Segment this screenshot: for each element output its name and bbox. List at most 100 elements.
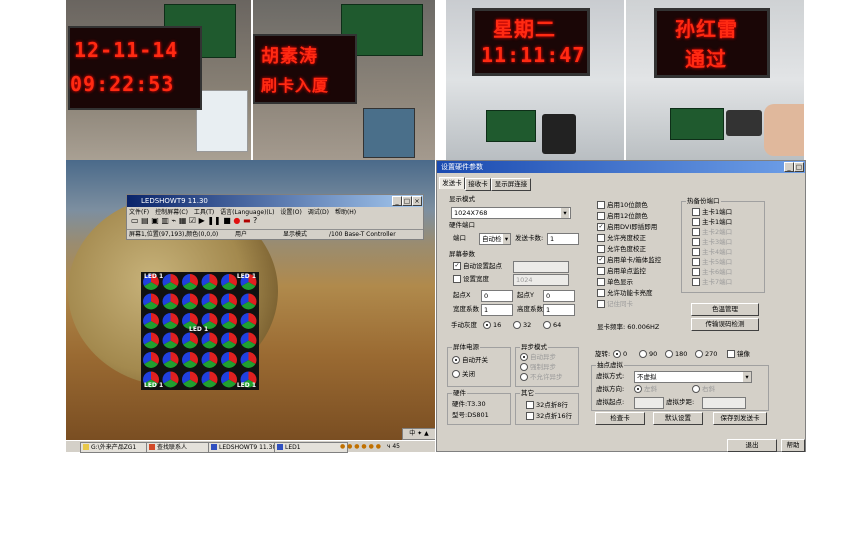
async-auto-radio[interactable]: 自动异步 xyxy=(520,353,556,362)
checkbox[interactable] xyxy=(597,300,605,308)
hot-backup-port-item[interactable]: 主卡1端口 xyxy=(692,208,732,217)
mirror-checkbox[interactable]: 镜像 xyxy=(727,350,750,359)
radio[interactable] xyxy=(543,321,551,329)
gray-32-radio[interactable]: 32 xyxy=(513,321,531,330)
radio[interactable] xyxy=(520,353,528,361)
radio[interactable] xyxy=(483,321,491,329)
save-icon[interactable]: ▣ xyxy=(151,216,159,225)
checkbox[interactable] xyxy=(597,212,605,220)
fold8-checkbox[interactable]: 32点折8行 xyxy=(526,401,568,410)
new-icon[interactable]: ▭ xyxy=(131,216,139,225)
feature-checkbox-item[interactable]: 允许色度校正 xyxy=(597,245,646,254)
menu-help[interactable]: 帮助(H) xyxy=(335,209,356,216)
checkbox[interactable] xyxy=(453,275,461,283)
checkbox[interactable] xyxy=(597,234,605,242)
checkbox[interactable] xyxy=(526,401,534,409)
radio[interactable] xyxy=(695,350,703,358)
power-auto-radio[interactable]: 自动开关 xyxy=(452,356,488,365)
hot-backup-port-item[interactable]: 主卡3端口 xyxy=(692,238,732,247)
check-card-button[interactable]: 检查卡 xyxy=(595,412,645,425)
virtual-start-field[interactable] xyxy=(634,397,664,409)
port-select[interactable]: 自动检 ▾ xyxy=(479,233,511,245)
rotation-90-radio[interactable]: 90 xyxy=(639,350,657,359)
close-button[interactable]: × xyxy=(412,196,422,206)
help-button[interactable]: 帮助 xyxy=(781,439,805,452)
async-force-radio[interactable]: 强制异步 xyxy=(520,363,556,372)
tab-send-card[interactable]: 发送卡 xyxy=(439,177,465,189)
checkbox[interactable]: ✓ xyxy=(597,256,605,264)
hot-backup-port-item[interactable]: 主卡7端口 xyxy=(692,278,732,287)
checkbox[interactable] xyxy=(597,278,605,286)
tab-receive-card[interactable]: 接收卡 xyxy=(465,178,491,191)
rotation-270-radio[interactable]: 270 xyxy=(695,350,717,359)
help-icon[interactable]: ? xyxy=(253,216,257,225)
monitor-icon[interactable]: ▬ xyxy=(243,216,251,225)
checkbox[interactable] xyxy=(692,258,700,266)
virtual-mode-select[interactable]: 不虚拟 ▾ xyxy=(634,371,752,383)
checkbox[interactable] xyxy=(692,238,700,246)
color-management-button[interactable]: 色温管理 xyxy=(691,303,759,316)
height-coef-field[interactable]: 1 xyxy=(543,304,575,316)
send-count-field[interactable]: 1 xyxy=(547,233,579,245)
virtual-dir-right-radio[interactable]: 右斜 xyxy=(692,385,715,394)
gray-64-radio[interactable]: 64 xyxy=(543,321,561,330)
async-none-radio[interactable]: 不允许异步 xyxy=(520,373,563,382)
checkbox[interactable] xyxy=(597,267,605,275)
virtual-dir-left-radio[interactable]: 左斜 xyxy=(634,385,657,394)
tab-screen-connection[interactable]: 显示屏连接 xyxy=(491,178,531,191)
radio[interactable] xyxy=(452,356,460,364)
width-coef-field[interactable]: 1 xyxy=(481,304,513,316)
hot-backup-port-item[interactable]: 主卡2端口 xyxy=(692,228,732,237)
hot-backup-port-item[interactable]: 主卡5端口 xyxy=(692,258,732,267)
checkbox[interactable] xyxy=(692,218,700,226)
radio[interactable] xyxy=(613,350,621,358)
feature-checkbox-item[interactable]: 启用10位颜色 xyxy=(597,201,648,210)
feature-checkbox-item[interactable]: ✓ 启用单卡/箱体监控 xyxy=(597,256,661,265)
fold16-checkbox[interactable]: 32点折16行 xyxy=(526,412,572,421)
start-y-field[interactable]: 0 xyxy=(543,290,575,302)
radio[interactable] xyxy=(452,370,460,378)
power-off-radio[interactable]: 关闭 xyxy=(452,370,475,379)
checkbox[interactable] xyxy=(526,412,534,420)
play-icon[interactable]: ▶ xyxy=(199,216,205,225)
stop-icon[interactable]: ■ xyxy=(223,216,231,225)
record-icon[interactable]: ● xyxy=(233,216,240,225)
tray-icon[interactable]: ● ● ● ● ● ● xyxy=(340,443,381,450)
checkbox[interactable] xyxy=(692,208,700,216)
display-mode-select[interactable]: 1024X768 ▾ xyxy=(451,207,571,219)
virtual-step-field[interactable] xyxy=(702,397,746,409)
tool-icon[interactable]: ▦ xyxy=(179,216,187,225)
hot-backup-port-item[interactable]: 主卡6端口 xyxy=(692,268,732,277)
feature-checkbox-item[interactable]: ✓ 启用DVI即插即用 xyxy=(597,223,657,232)
rotation-180-radio[interactable]: 180 xyxy=(665,350,687,359)
radio[interactable] xyxy=(665,350,673,358)
save-to-card-button[interactable]: 保存到发送卡 xyxy=(713,412,767,425)
hot-backup-port-item[interactable]: 主卡4端口 xyxy=(692,248,732,257)
exit-button[interactable]: 退出 xyxy=(727,439,777,452)
radio[interactable] xyxy=(520,363,528,371)
radio[interactable] xyxy=(513,321,521,329)
radio[interactable] xyxy=(634,385,642,393)
checkbox[interactable] xyxy=(692,268,700,276)
checkbox[interactable]: ✓ xyxy=(453,262,461,270)
radio[interactable] xyxy=(692,385,700,393)
checkbox[interactable] xyxy=(692,248,700,256)
hot-backup-port-item[interactable]: 主卡1端口 xyxy=(692,218,732,227)
set-width-checkbox[interactable]: 设置宽度 xyxy=(453,275,489,284)
taskbar-item-folder[interactable]: G:\外来产品ZG1 xyxy=(80,442,156,453)
transfer-check-button[interactable]: 传输误码检测 xyxy=(691,318,759,331)
feature-checkbox-item[interactable]: 启用12位颜色 xyxy=(597,212,648,221)
open-icon[interactable]: ▤ xyxy=(141,216,149,225)
checkbox[interactable]: ✓ xyxy=(597,223,605,231)
taskbar-item-ledshow[interactable]: LEDSHOWT9 11.30 xyxy=(208,442,284,453)
minimize-button[interactable]: _ xyxy=(784,162,794,172)
link-icon[interactable]: ⌁ xyxy=(171,216,176,225)
checkbox[interactable] xyxy=(597,289,605,297)
screen-icon[interactable]: ▥ xyxy=(161,216,169,225)
check-icon[interactable]: ☑ xyxy=(189,216,196,225)
maximize-button[interactable]: □ xyxy=(794,162,804,172)
feature-checkbox-item[interactable]: 允许亮度校正 xyxy=(597,234,646,243)
start-x-field[interactable]: 0 xyxy=(481,290,513,302)
pause-icon[interactable]: ❚❚ xyxy=(207,216,220,225)
checkbox[interactable] xyxy=(692,278,700,286)
